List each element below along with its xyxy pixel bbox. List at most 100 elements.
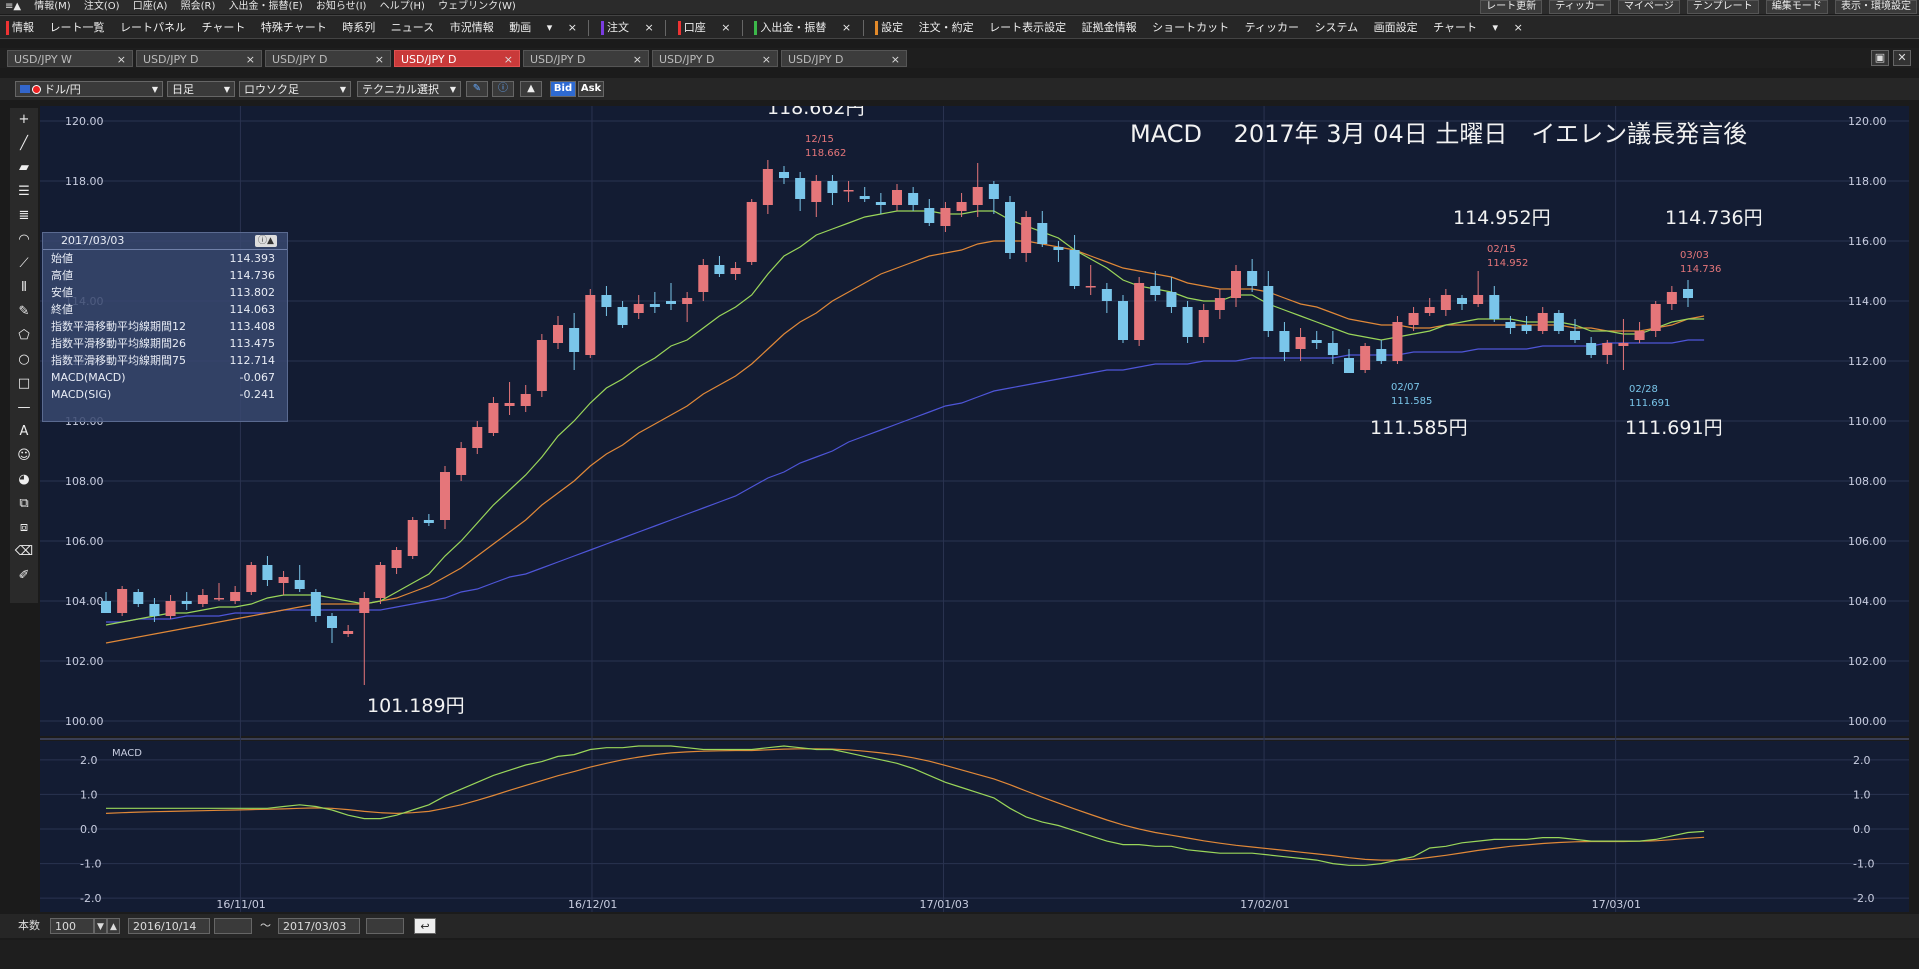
tab-close-icon[interactable]: ×	[117, 51, 126, 68]
crosshair-icon[interactable]: +	[13, 110, 35, 130]
menu-item-notice[interactable]: お知らせ(I)	[311, 0, 372, 14]
info-box-toggle-icon[interactable]: ⓘ▲	[255, 235, 277, 247]
menu-item-deposit[interactable]: 入出金・振替(E)	[224, 0, 308, 14]
edit-mode-button[interactable]: 編集モード	[1765, 0, 1828, 14]
maximize-icon[interactable]: ▣	[1871, 50, 1889, 66]
y-tick-label-right: 108.00	[1848, 475, 1887, 488]
tab-close-icon[interactable]: ×	[504, 51, 513, 68]
chart-area[interactable]: 120.00120.00118.00118.00116.00116.00114.…	[40, 106, 1909, 912]
tab-close-icon[interactable]: ×	[762, 51, 771, 68]
technical-select[interactable]: テクニカル選択 ▼	[357, 81, 461, 97]
menu-item-inquiry[interactable]: 照会(R)	[176, 0, 221, 14]
fibonacci-icon[interactable]: ≣	[13, 206, 35, 226]
pen-icon[interactable]: ✎	[466, 81, 488, 97]
decrement-icon[interactable]: ▼	[94, 918, 107, 934]
from-date-field[interactable]: 2016/10/14	[128, 918, 210, 934]
toolbar-close-icon[interactable]: ×	[638, 16, 659, 38]
toolbar-shortcut[interactable]: ショートカット	[1146, 16, 1235, 38]
toolbar-chart-settings[interactable]: チャート	[1427, 16, 1483, 38]
chart-type-select[interactable]: ロウソク足 ▼	[239, 81, 351, 97]
toolbar-close-icon[interactable]: ×	[715, 16, 736, 38]
toolbar-info[interactable]: 情報	[0, 16, 40, 38]
toolbar-dropdown-icon[interactable]: ▾	[541, 16, 559, 38]
bid-button[interactable]: Bid	[550, 81, 576, 97]
toolbar-market-info[interactable]: 市況情報	[444, 16, 500, 38]
menu-item-help[interactable]: ヘルプ(H)	[375, 0, 430, 14]
mypage-button[interactable]: マイページ	[1617, 0, 1680, 14]
eraser-all-icon[interactable]: ✐	[13, 566, 35, 586]
toolbar-system[interactable]: システム	[1308, 16, 1364, 38]
bar-count-field[interactable]: 100	[50, 918, 94, 934]
toolbar-order[interactable]: 注文	[595, 16, 635, 38]
arc-icon[interactable]: ◠	[13, 230, 35, 250]
toolbar-rate-panel[interactable]: レートパネル	[114, 16, 192, 38]
toolbar-dropdown-icon[interactable]: ▾	[1487, 16, 1505, 38]
toolbar-ticker[interactable]: ティッカー	[1239, 16, 1305, 38]
horizontal-lines-icon[interactable]: ☰	[13, 182, 35, 202]
copy-icon[interactable]: ⧉	[13, 494, 35, 514]
ask-button[interactable]: Ask	[578, 81, 604, 97]
pentagon-icon[interactable]: ⬠	[13, 326, 35, 346]
toolbar-chart[interactable]: チャート	[196, 16, 252, 38]
chart-style-icon[interactable]: ▲	[520, 81, 542, 97]
tab-usdjpy-w[interactable]: USD/JPY W ×	[7, 50, 133, 67]
rate-update-button[interactable]: レート更新	[1480, 0, 1543, 14]
tab-close-icon[interactable]: ×	[375, 51, 384, 68]
magnet-icon[interactable]: ◕	[13, 470, 35, 490]
period-select[interactable]: 日足 ▼	[167, 81, 235, 97]
rectangle-icon[interactable]: □	[13, 374, 35, 394]
tab-close-icon[interactable]: ×	[891, 51, 900, 68]
currency-pair-select[interactable]: ドル/円 ▼	[15, 81, 163, 97]
tab-usdjpy-d[interactable]: USD/JPY D ×	[136, 50, 262, 67]
smiley-icon[interactable]: ☺	[13, 446, 35, 466]
toolbar-timeseries[interactable]: 時系列	[336, 16, 381, 38]
toolbar-video[interactable]: 動画	[503, 16, 537, 38]
line-icon[interactable]: —	[13, 398, 35, 418]
menu-item-weblink[interactable]: ウェブリンク(W)	[433, 0, 521, 14]
menu-item-order[interactable]: 注文(O)	[79, 0, 125, 14]
eraser-icon[interactable]: ⌫	[13, 542, 35, 562]
toolbar-close-icon[interactable]: ×	[1508, 16, 1529, 38]
display-settings-button[interactable]: 表示・環境設定	[1835, 0, 1917, 14]
paste-icon[interactable]: ⧈	[13, 518, 35, 538]
tab-usdjpy-d[interactable]: USD/JPY D ×	[781, 50, 907, 67]
circle-icon[interactable]: ○	[13, 350, 35, 370]
toolbar-settings[interactable]: 設定	[869, 16, 909, 38]
chart-svg[interactable]: 120.00120.00118.00118.00116.00116.00114.…	[40, 106, 1909, 912]
template-button[interactable]: テンプレート	[1686, 0, 1759, 14]
ruler-icon[interactable]: ▰	[13, 158, 35, 178]
toolbar-close-icon[interactable]: ×	[836, 16, 857, 38]
toolbar-margin-info[interactable]: 証拠金情報	[1076, 16, 1143, 38]
pencil-icon[interactable]: ✎	[13, 302, 35, 322]
toolbar-deposit[interactable]: 入出金・振替	[748, 16, 832, 38]
info-icon[interactable]: ⓘ	[492, 81, 514, 97]
from-time-field[interactable]	[214, 918, 252, 934]
menu-icon[interactable]: ≡▲	[0, 0, 26, 14]
toolbar-news[interactable]: ニュース	[385, 16, 440, 38]
toolbar-special-chart[interactable]: 特殊チャート	[255, 16, 333, 38]
close-window-icon[interactable]: ✕	[1893, 50, 1911, 66]
menu-item-info[interactable]: 情報(M)	[29, 0, 75, 14]
text-icon[interactable]: A	[13, 422, 35, 442]
toolbar-account[interactable]: 口座	[672, 16, 712, 38]
increment-icon[interactable]: ▲	[107, 918, 120, 934]
menu-item-account[interactable]: 口座(A)	[128, 0, 173, 14]
toolbar-close-icon[interactable]: ×	[562, 16, 583, 38]
to-date-field[interactable]: 2017/03/03	[278, 918, 360, 934]
tab-close-icon[interactable]: ×	[633, 51, 642, 68]
vertical-lines-icon[interactable]: ⦀	[13, 278, 35, 298]
apply-return-icon[interactable]: ↩	[414, 918, 436, 934]
toolbar-rate-list[interactable]: レート一覧	[44, 16, 111, 38]
tab-close-icon[interactable]: ×	[246, 51, 255, 68]
fan-icon[interactable]: ⟋	[13, 254, 35, 274]
toolbar-rate-display[interactable]: レート表示設定	[983, 16, 1072, 38]
tab-usdjpy-d[interactable]: USD/JPY D ×	[523, 50, 649, 67]
trendline-icon[interactable]: ╱	[13, 134, 35, 154]
tab-usdjpy-d[interactable]: USD/JPY D ×	[652, 50, 778, 67]
tab-usdjpy-d-active[interactable]: USD/JPY D ×	[394, 50, 520, 67]
to-time-field[interactable]	[366, 918, 404, 934]
ticker-button[interactable]: ティッカー	[1549, 0, 1611, 14]
toolbar-order-execution[interactable]: 注文・約定	[913, 16, 980, 38]
toolbar-screen-settings[interactable]: 画面設定	[1368, 16, 1424, 38]
tab-usdjpy-d[interactable]: USD/JPY D ×	[265, 50, 391, 67]
